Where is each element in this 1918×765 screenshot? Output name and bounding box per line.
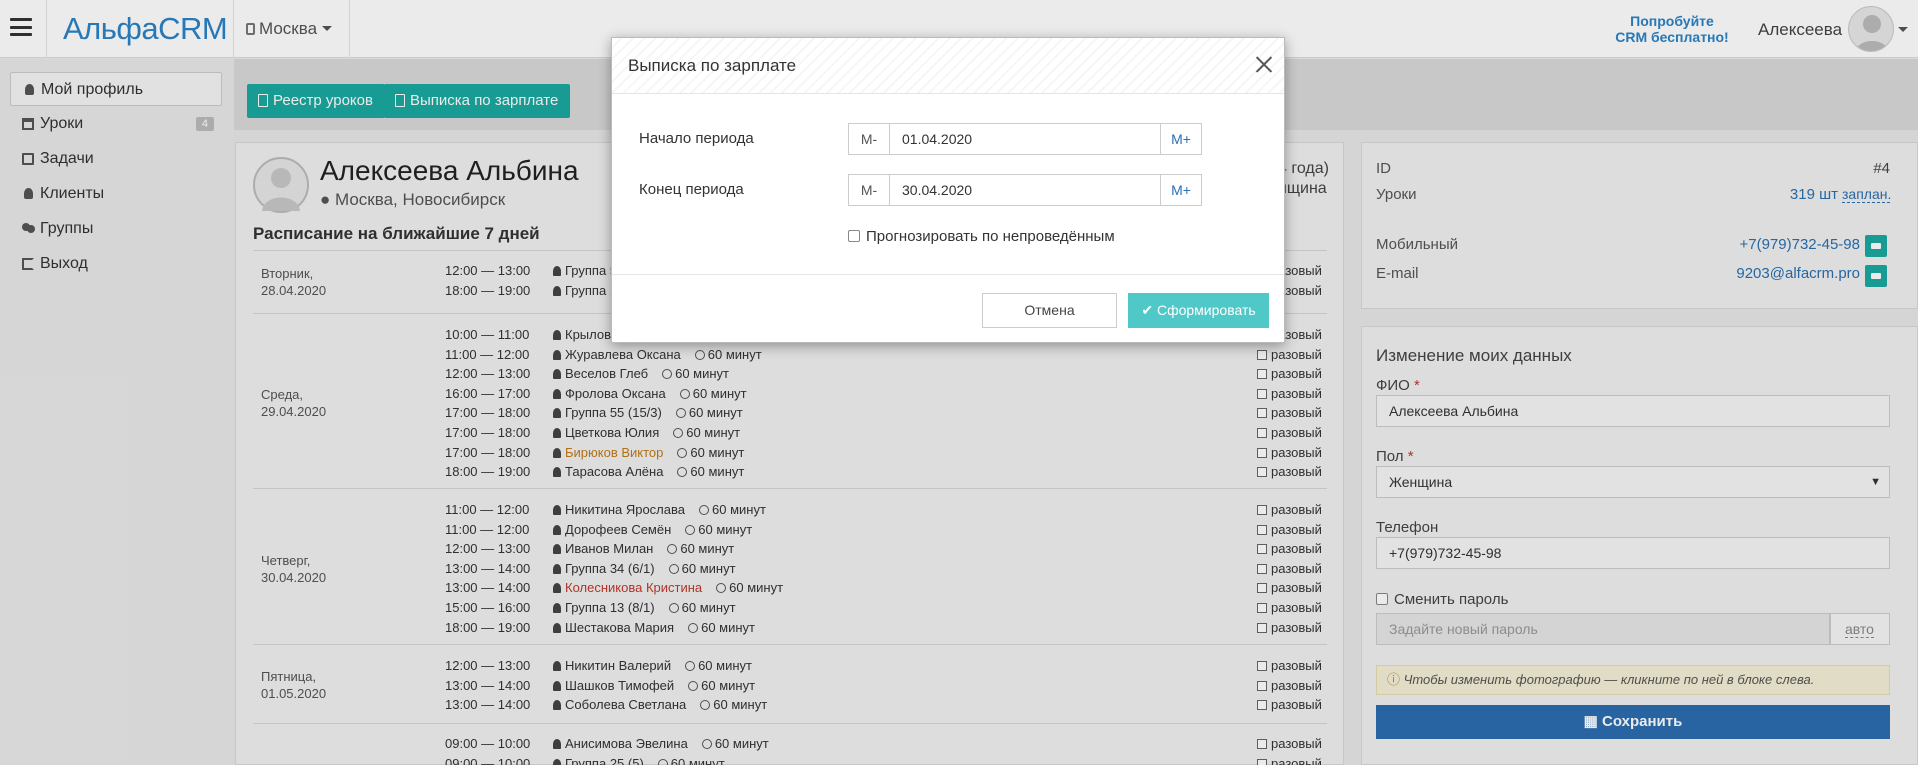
start-period-field: М- 01.04.2020 М+	[848, 123, 1202, 155]
start-month-minus-button[interactable]: М-	[849, 124, 890, 154]
modal-divider	[612, 274, 1284, 275]
forecast-label: Прогнозировать по непроведённым	[866, 228, 1115, 245]
modal-title: Выписка по зарплате	[628, 56, 797, 75]
cancel-button[interactable]: Отмена	[982, 293, 1117, 328]
end-date-input[interactable]: 30.04.2020	[890, 175, 1160, 205]
start-period-label: Начало периода	[639, 130, 754, 147]
check-icon: ✔	[1141, 302, 1157, 318]
start-month-plus-button[interactable]: М+	[1160, 124, 1201, 154]
close-icon[interactable]	[1252, 52, 1276, 76]
end-month-plus-button[interactable]: М+	[1160, 175, 1201, 205]
end-period-field: М- 30.04.2020 М+	[848, 174, 1202, 206]
salary-statement-modal: Выписка по зарплате Начало периода М- 01…	[611, 37, 1285, 343]
end-period-label: Конец периода	[639, 181, 744, 198]
start-date-input[interactable]: 01.04.2020	[890, 124, 1160, 154]
generate-label: Сформировать	[1156, 302, 1256, 318]
generate-button[interactable]: ✔ Сформировать	[1128, 293, 1269, 328]
forecast-checkbox[interactable]: Прогнозировать по непроведённым	[848, 228, 1115, 245]
checkbox-icon[interactable]	[848, 230, 860, 242]
end-month-minus-button[interactable]: М-	[849, 175, 890, 205]
modal-header: Выписка по зарплате	[612, 38, 1284, 94]
